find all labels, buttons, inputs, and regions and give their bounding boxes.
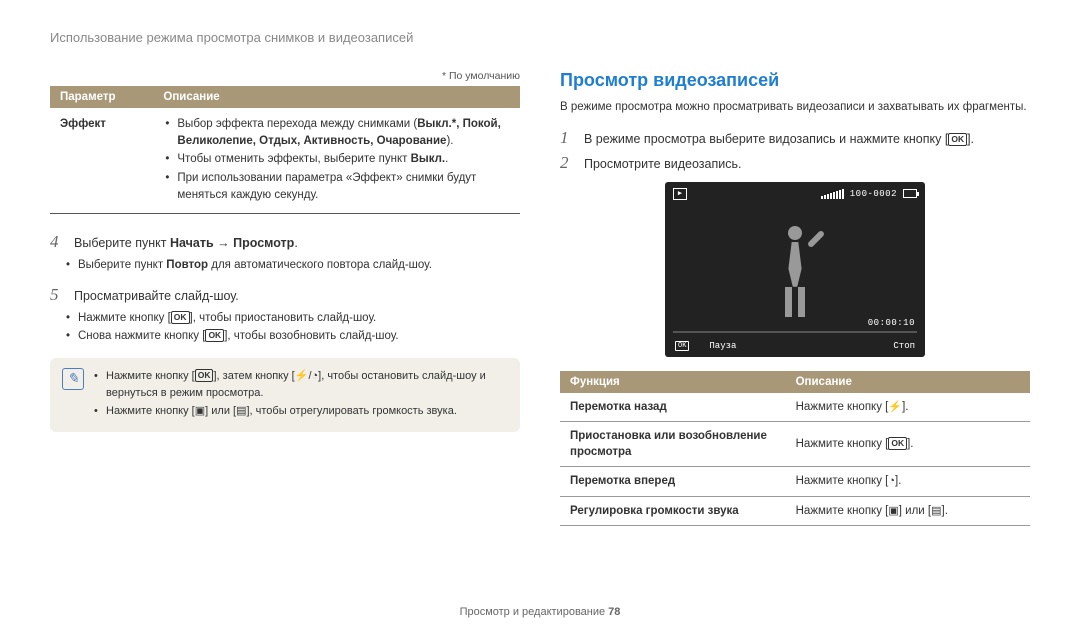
ok-icon: OK — [675, 341, 689, 351]
video-intro: В режиме просмотра можно просматривать в… — [560, 99, 1030, 116]
battery-icon — [903, 189, 917, 198]
step-4-sub: Выберите пункт Повтор для автоматическог… — [50, 257, 520, 275]
table-row: Перемотка назад Нажмите кнопку [⚡]. — [560, 393, 1030, 422]
progress-bar — [673, 331, 917, 333]
default-note: * По умолчанию — [50, 70, 520, 82]
ok-icon: OK — [205, 329, 224, 342]
param-th-0: Параметр — [50, 86, 153, 108]
play-indicator-icon: ▶ — [673, 188, 687, 200]
zoom-tele-icon: ▤ — [236, 403, 246, 420]
stop-label: Стоп — [893, 341, 915, 351]
flash-icon: ⚡ — [888, 400, 902, 415]
param-row-desc: Выбор эффекта перехода между снимками (В… — [153, 108, 520, 214]
step-5: 5 Просматривайте слайд-шоу. — [50, 285, 520, 306]
note-item-2: Нажмите кнопку [▣] или [▤], чтобы отрегу… — [94, 403, 508, 420]
note-icon: ✎ — [62, 368, 84, 390]
step-5-num: 5 — [50, 285, 64, 305]
param-th-1: Описание — [153, 86, 520, 108]
zoom-wide-icon: ▣ — [195, 403, 205, 420]
table-row: Приостановка или возобновление просмотра… — [560, 422, 1030, 467]
video-preview: ▶ 100-0002 — [665, 182, 925, 357]
v-step2-num: 2 — [560, 153, 574, 173]
left-column: * По умолчанию Параметр Описание Эффект … — [50, 70, 520, 526]
step-4-num: 4 — [50, 232, 64, 252]
pause-label: Пауза — [709, 341, 736, 351]
page-header: Использование режима просмотра снимков и… — [50, 30, 1030, 45]
zoom-tele-icon: ▤ — [931, 504, 941, 519]
param-row-label: Эффект — [50, 108, 153, 214]
step-4: 4 Выберите пункт Начать → Просмотр. — [50, 232, 520, 253]
right-column: Просмотр видеозаписей В режиме просмотра… — [560, 70, 1030, 526]
file-counter: 100-0002 — [850, 189, 897, 199]
page-footer: Просмотр и редактирование 78 — [0, 606, 1080, 618]
func-th-1: Описание — [786, 371, 1030, 393]
parameter-table: Параметр Описание Эффект Выбор эффекта п… — [50, 86, 520, 214]
ok-icon: OK — [888, 437, 907, 450]
video-silhouette — [770, 226, 820, 321]
function-table: Функция Описание Перемотка назад Нажмите… — [560, 371, 1030, 526]
elapsed-time: 00:00:10 — [665, 318, 925, 328]
flash-icon: ⚡ — [295, 368, 309, 385]
video-heading: Просмотр видеозаписей — [560, 70, 1030, 91]
table-row: Перемотка вперед Нажмите кнопку [◔]. — [560, 467, 1030, 496]
note-item-1: Нажмите кнопку [OK], затем кнопку [⚡/◔],… — [94, 368, 508, 401]
v-step1-num: 1 — [560, 128, 574, 148]
video-step-1: 1 В режиме просмотра выберите видозапись… — [560, 128, 1030, 149]
ok-icon: OK — [171, 311, 190, 324]
ok-icon: OK — [195, 369, 214, 382]
volume-bars-icon — [821, 189, 844, 199]
table-row: Регулировка громкости звука Нажмите кноп… — [560, 496, 1030, 525]
step-5-sub1: Нажмите кнопку [OK], чтобы приостановить… — [50, 310, 520, 328]
video-step-2: 2 Просмотрите видеозапись. — [560, 153, 1030, 174]
zoom-wide-icon: ▣ — [888, 504, 898, 519]
step-5-sub2: Снова нажмите кнопку [OK], чтобы возобно… — [50, 328, 520, 346]
note-box: ✎ Нажмите кнопку [OK], затем кнопку [⚡/◔… — [50, 358, 520, 432]
func-th-0: Функция — [560, 371, 786, 393]
ok-icon: OK — [948, 133, 967, 146]
